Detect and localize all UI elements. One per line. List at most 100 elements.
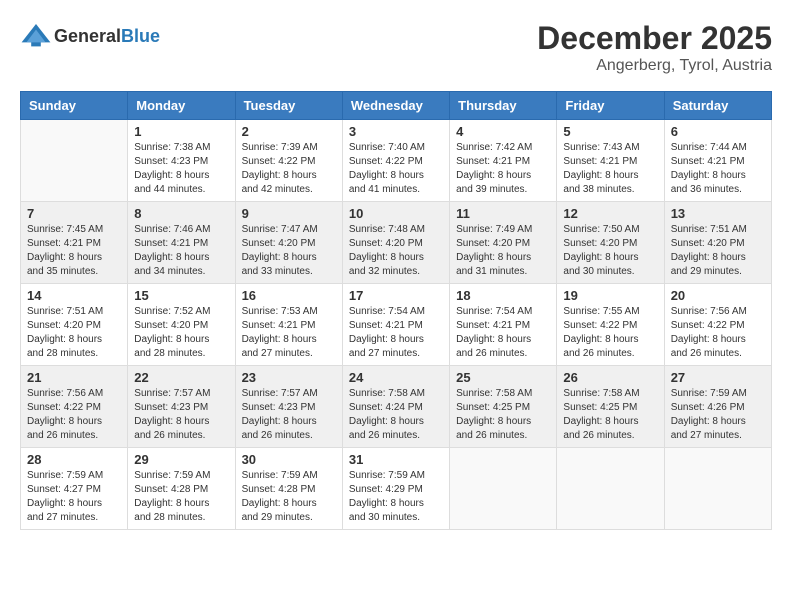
day-info: Sunrise: 7:59 AMSunset: 4:26 PMDaylight:…: [671, 387, 765, 443]
calendar-cell: 13 Sunrise: 7:51 AMSunset: 4:20 PMDayligh…: [664, 202, 771, 284]
calendar-cell: 27Sunrise: 7:59 AMSunset: 4:26 PMDayligh…: [664, 366, 771, 448]
calendar-cell: [21, 120, 128, 202]
page-header: GeneralBlue December 2025 Angerberg, Tyr…: [20, 20, 772, 75]
day-info: Sunrise: 7:51 AMSunset: 4:20 PMDaylight:…: [671, 223, 765, 279]
day-of-week-thursday: Thursday: [450, 92, 557, 120]
calendar-cell: 20 Sunrise: 7:56 AMSunset: 4:22 PMDayligh…: [664, 284, 771, 366]
day-number: 31: [349, 452, 443, 467]
calendar-cell: 15 Sunrise: 7:52 AMSunset: 4:20 PMDayligh…: [128, 284, 235, 366]
calendar-cell: 17 Sunrise: 7:54 AMSunset: 4:21 PMDayligh…: [342, 284, 449, 366]
day-number: 10: [349, 206, 443, 221]
calendar-cell: 18 Sunrise: 7:54 AMSunset: 4:21 PMDayligh…: [450, 284, 557, 366]
calendar-cell: 29 Sunrise: 7:59 AMSunset: 4:28 PMDayligh…: [128, 448, 235, 530]
day-info: Sunrise: 7:48 AMSunset: 4:20 PMDaylight:…: [349, 223, 443, 279]
calendar-week-row: 7 Sunrise: 7:45 AMSunset: 4:21 PMDaylight…: [21, 202, 772, 284]
day-number: 2: [242, 124, 336, 139]
day-info: Sunrise: 7:58 AMSunset: 4:25 PMDaylight:…: [456, 387, 550, 443]
day-number: 30: [242, 452, 336, 467]
month-year: December 2025: [537, 20, 772, 57]
calendar-cell: 25 Sunrise: 7:58 AMSunset: 4:25 PMDayligh…: [450, 366, 557, 448]
day-info: Sunrise: 7:38 AMSunset: 4:23 PMDaylight:…: [134, 141, 228, 197]
calendar-cell: [664, 448, 771, 530]
day-info: Sunrise: 7:58 AMSunset: 4:25 PMDaylight:…: [563, 387, 657, 443]
day-info: Sunrise: 7:54 AMSunset: 4:21 PMDaylight:…: [456, 305, 550, 361]
day-number: 13: [671, 206, 765, 221]
calendar-cell: 11 Sunrise: 7:49 AMSunset: 4:20 PMDayligh…: [450, 202, 557, 284]
day-of-week-saturday: Saturday: [664, 92, 771, 120]
day-number: 5: [563, 124, 657, 139]
day-number: 29: [134, 452, 228, 467]
day-of-week-wednesday: Wednesday: [342, 92, 449, 120]
day-info: Sunrise: 7:40 AMSunset: 4:22 PMDaylight:…: [349, 141, 443, 197]
day-info: Sunrise: 7:42 AMSunset: 4:21 PMDaylight:…: [456, 141, 550, 197]
day-of-week-monday: Monday: [128, 92, 235, 120]
day-number: 24: [349, 370, 443, 385]
day-info: Sunrise: 7:44 AMSunset: 4:21 PMDaylight:…: [671, 141, 765, 197]
day-number: 20: [671, 288, 765, 303]
calendar-cell: 7 Sunrise: 7:45 AMSunset: 4:21 PMDaylight…: [21, 202, 128, 284]
day-info: Sunrise: 7:57 AMSunset: 4:23 PMDaylight:…: [134, 387, 228, 443]
day-info: Sunrise: 7:52 AMSunset: 4:20 PMDaylight:…: [134, 305, 228, 361]
day-info: Sunrise: 7:58 AMSunset: 4:24 PMDaylight:…: [349, 387, 443, 443]
calendar-cell: 5 Sunrise: 7:43 AMSunset: 4:21 PMDaylight…: [557, 120, 664, 202]
day-info: Sunrise: 7:59 AMSunset: 4:27 PMDaylight:…: [27, 469, 121, 525]
day-info: Sunrise: 7:54 AMSunset: 4:21 PMDaylight:…: [349, 305, 443, 361]
day-number: 21: [27, 370, 121, 385]
calendar-cell: 21 Sunrise: 7:56 AMSunset: 4:22 PMDayligh…: [21, 366, 128, 448]
day-info: Sunrise: 7:59 AMSunset: 4:28 PMDaylight:…: [134, 469, 228, 525]
day-info: Sunrise: 7:46 AMSunset: 4:21 PMDaylight:…: [134, 223, 228, 279]
calendar-cell: 4 Sunrise: 7:42 AMSunset: 4:21 PMDaylight…: [450, 120, 557, 202]
day-number: 28: [27, 452, 121, 467]
day-number: 19: [563, 288, 657, 303]
day-number: 25: [456, 370, 550, 385]
calendar-cell: 31 Sunrise: 7:59 AMSunset: 4:29 PMDayligh…: [342, 448, 449, 530]
day-info: Sunrise: 7:51 AMSunset: 4:20 PMDaylight:…: [27, 305, 121, 361]
day-number: 22: [134, 370, 228, 385]
day-number: 15: [134, 288, 228, 303]
calendar-cell: 8 Sunrise: 7:46 AMSunset: 4:21 PMDaylight…: [128, 202, 235, 284]
location: Angerberg, Tyrol, Austria: [537, 57, 772, 75]
calendar-cell: [450, 448, 557, 530]
day-of-week-friday: Friday: [557, 92, 664, 120]
calendar-cell: 23Sunrise: 7:57 AMSunset: 4:23 PMDayligh…: [235, 366, 342, 448]
calendar-cell: 22 Sunrise: 7:57 AMSunset: 4:23 PMDayligh…: [128, 366, 235, 448]
calendar-cell: 16Sunrise: 7:53 AMSunset: 4:21 PMDayligh…: [235, 284, 342, 366]
calendar-cell: 19 Sunrise: 7:55 AMSunset: 4:22 PMDayligh…: [557, 284, 664, 366]
day-info: Sunrise: 7:59 AMSunset: 4:28 PMDaylight:…: [242, 469, 336, 525]
day-info: Sunrise: 7:47 AMSunset: 4:20 PMDaylight:…: [242, 223, 336, 279]
day-info: Sunrise: 7:55 AMSunset: 4:22 PMDaylight:…: [563, 305, 657, 361]
day-info: Sunrise: 7:56 AMSunset: 4:22 PMDaylight:…: [27, 387, 121, 443]
calendar-cell: 1Sunrise: 7:38 AMSunset: 4:23 PMDaylight…: [128, 120, 235, 202]
logo-text-blue: Blue: [121, 26, 160, 46]
day-number: 9: [242, 206, 336, 221]
day-info: Sunrise: 7:57 AMSunset: 4:23 PMDaylight:…: [242, 387, 336, 443]
day-number: 6: [671, 124, 765, 139]
calendar-header-row: SundayMondayTuesdayWednesdayThursdayFrid…: [21, 92, 772, 120]
day-number: 7: [27, 206, 121, 221]
calendar-cell: 10 Sunrise: 7:48 AMSunset: 4:20 PMDayligh…: [342, 202, 449, 284]
day-number: 3: [349, 124, 443, 139]
day-info: Sunrise: 7:53 AMSunset: 4:21 PMDaylight:…: [242, 305, 336, 361]
calendar-cell: 9 Sunrise: 7:47 AMSunset: 4:20 PMDaylight…: [235, 202, 342, 284]
title-block: December 2025 Angerberg, Tyrol, Austria: [537, 20, 772, 75]
day-number: 4: [456, 124, 550, 139]
day-info: Sunrise: 7:43 AMSunset: 4:21 PMDaylight:…: [563, 141, 657, 197]
day-number: 8: [134, 206, 228, 221]
day-info: Sunrise: 7:56 AMSunset: 4:22 PMDaylight:…: [671, 305, 765, 361]
calendar-week-row: 28 Sunrise: 7:59 AMSunset: 4:27 PMDayligh…: [21, 448, 772, 530]
calendar-week-row: 1Sunrise: 7:38 AMSunset: 4:23 PMDaylight…: [21, 120, 772, 202]
day-of-week-tuesday: Tuesday: [235, 92, 342, 120]
day-info: Sunrise: 7:59 AMSunset: 4:29 PMDaylight:…: [349, 469, 443, 525]
day-number: 17: [349, 288, 443, 303]
calendar-week-row: 21 Sunrise: 7:56 AMSunset: 4:22 PMDayligh…: [21, 366, 772, 448]
calendar-cell: 30 Sunrise: 7:59 AMSunset: 4:28 PMDayligh…: [235, 448, 342, 530]
day-info: Sunrise: 7:45 AMSunset: 4:21 PMDaylight:…: [27, 223, 121, 279]
day-number: 14: [27, 288, 121, 303]
day-number: 11: [456, 206, 550, 221]
calendar-table: SundayMondayTuesdayWednesdayThursdayFrid…: [20, 91, 772, 530]
day-number: 18: [456, 288, 550, 303]
calendar-cell: 2Sunrise: 7:39 AMSunset: 4:22 PMDaylight…: [235, 120, 342, 202]
day-info: Sunrise: 7:49 AMSunset: 4:20 PMDaylight:…: [456, 223, 550, 279]
calendar-cell: 12Sunrise: 7:50 AMSunset: 4:20 PMDayligh…: [557, 202, 664, 284]
calendar-cell: 28 Sunrise: 7:59 AMSunset: 4:27 PMDayligh…: [21, 448, 128, 530]
